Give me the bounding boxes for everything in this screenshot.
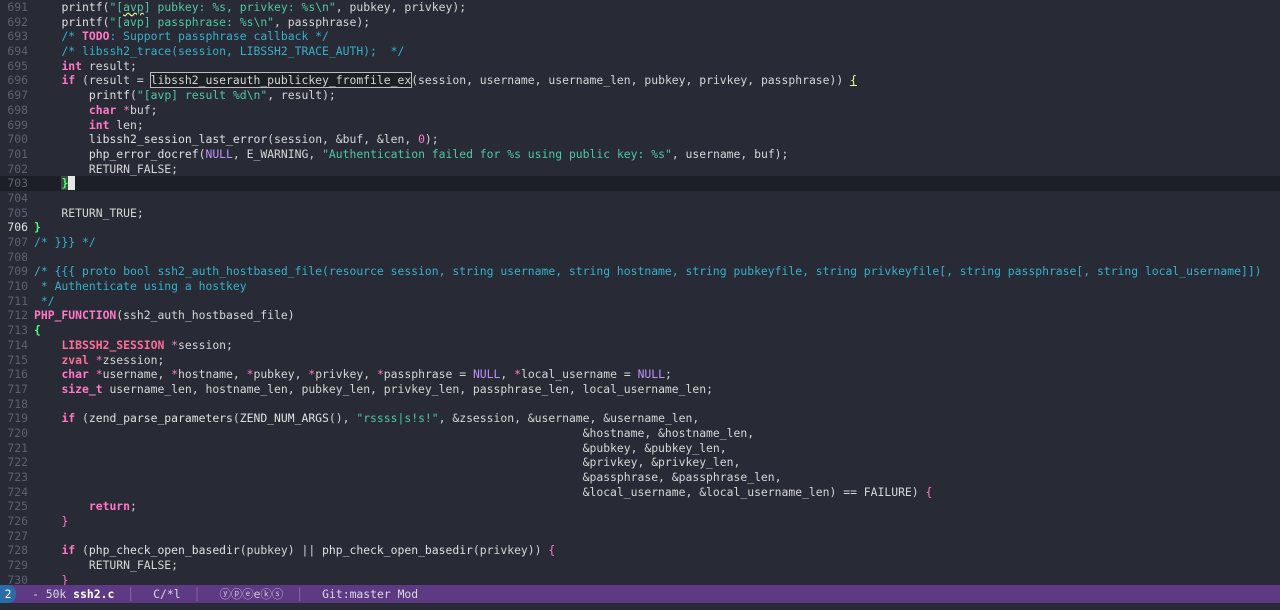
code-line[interactable]: 695 int result; bbox=[0, 59, 1280, 74]
line-number: 703 bbox=[7, 176, 28, 191]
line-number: 730 bbox=[7, 572, 28, 585]
line-number: 717 bbox=[7, 381, 28, 396]
line-number: 694 bbox=[7, 44, 28, 59]
code-line[interactable]: 702 RETURN_FALSE; bbox=[0, 162, 1280, 177]
code-line[interactable]: 705 RETURN_TRUE; bbox=[0, 206, 1280, 221]
code-line[interactable]: 694 /* libssh2_trace(session, LIBSSH2_TR… bbox=[0, 44, 1280, 59]
line-number: 729 bbox=[7, 558, 28, 573]
code-line[interactable]: 693 /* TODO: Support passphrase callback… bbox=[0, 29, 1280, 44]
code-line[interactable]: 692 printf("[avp] passphrase: %s\n", pas… bbox=[0, 15, 1280, 30]
code-line[interactable]: 717 size_t username_len, hostname_len, p… bbox=[0, 382, 1280, 397]
code-line[interactable]: 721 &pubkey, &pubkey_len, bbox=[0, 441, 1280, 456]
code-line[interactable]: 706} bbox=[0, 220, 1280, 235]
line-number: 720 bbox=[7, 425, 28, 440]
code-line[interactable]: 715 zval *zsession; bbox=[0, 353, 1280, 368]
code-line[interactable]: 701 php_error_docref(NULL, E_WARNING, "A… bbox=[0, 147, 1280, 162]
code-line[interactable]: 718 bbox=[0, 397, 1280, 412]
line-number: 726 bbox=[7, 514, 28, 529]
code-line[interactable]: 699 int len; bbox=[0, 118, 1280, 133]
buffer-name[interactable]: ssh2.c bbox=[73, 587, 114, 601]
code-line[interactable]: 696 if (result = libssh2_userauth_public… bbox=[0, 72, 1280, 89]
code-line[interactable]: 722 &privkey, &privkey_len, bbox=[0, 455, 1280, 470]
code-line[interactable]: 728 if (php_check_open_basedir(pubkey) |… bbox=[0, 543, 1280, 558]
code-line[interactable]: 720 &hostname, &hostname_len, bbox=[0, 426, 1280, 441]
line-number: 705 bbox=[7, 205, 28, 220]
code-line[interactable]: 725 return; bbox=[0, 499, 1280, 514]
code-line[interactable]: 711 */ bbox=[0, 294, 1280, 309]
code-line[interactable]: 697 printf("[avp] result %d\n", result); bbox=[0, 88, 1280, 103]
window-number-badge[interactable]: 2 bbox=[0, 585, 16, 603]
code-line[interactable]: 723 &passphrase, &passphrase_len, bbox=[0, 470, 1280, 485]
code-line[interactable]: 698 char *buf; bbox=[0, 103, 1280, 118]
major-mode[interactable]: C/*l bbox=[145, 585, 188, 603]
minor-modes[interactable]: ⓨⓟⓔeⓚⓢ bbox=[211, 585, 291, 603]
code-line[interactable]: 729 RETURN_FALSE; bbox=[0, 558, 1280, 573]
line-number: 697 bbox=[7, 88, 28, 103]
code-line-current[interactable]: 703 } bbox=[0, 176, 1280, 191]
echo-area bbox=[0, 603, 1280, 610]
line-number: 708 bbox=[7, 249, 28, 264]
line-number: 693 bbox=[7, 29, 28, 44]
code-line[interactable]: 719 if (zend_parse_parameters(ZEND_NUM_A… bbox=[0, 411, 1280, 426]
code-line[interactable]: 714 LIBSSH2_SESSION *session; bbox=[0, 338, 1280, 353]
code-line[interactable]: 724 &local_username, &local_username_len… bbox=[0, 485, 1280, 500]
code-line[interactable]: 709/* {{{ proto bool ssh2_auth_hostbased… bbox=[0, 264, 1280, 279]
buffer-state: Mod bbox=[397, 587, 419, 601]
line-number: 721 bbox=[7, 440, 28, 455]
line-number: 725 bbox=[7, 499, 28, 514]
line-number: 710 bbox=[7, 279, 28, 294]
code-line[interactable]: 730 } bbox=[0, 573, 1280, 585]
code-line[interactable]: 707/* }}} */ bbox=[0, 235, 1280, 250]
line-number: 724 bbox=[7, 484, 28, 499]
code-line[interactable]: 727 bbox=[0, 529, 1280, 544]
line-number: 698 bbox=[7, 102, 28, 117]
code-line[interactable]: 691 printf("[avp] pubkey: %s, privkey: %… bbox=[0, 0, 1280, 15]
line-number: 714 bbox=[7, 337, 28, 352]
line-number: 715 bbox=[7, 352, 28, 367]
code-editor[interactable]: 691 printf("[avp] pubkey: %s, privkey: %… bbox=[0, 0, 1280, 585]
line-number: 727 bbox=[7, 528, 28, 543]
line-number: 699 bbox=[7, 117, 28, 132]
line-number: 707 bbox=[7, 235, 28, 249]
code-line[interactable]: 726 } bbox=[0, 514, 1280, 529]
line-number: 700 bbox=[7, 132, 28, 147]
code-line[interactable]: 704 bbox=[0, 191, 1280, 206]
line-number: 709 bbox=[7, 264, 28, 279]
line-number: 712 bbox=[7, 308, 28, 323]
mode-line: 2 - 50k ssh2.c ▏ C/*l ▏ ⓨⓟⓔeⓚⓢ ▏ Git:mas… bbox=[0, 585, 1280, 603]
line-number: 713 bbox=[7, 323, 28, 338]
line-number: 718 bbox=[7, 396, 28, 411]
code-line[interactable]: 710 * Authenticate using a hostkey bbox=[0, 279, 1280, 294]
code-line[interactable]: 713{ bbox=[0, 323, 1280, 338]
line-number: 706 bbox=[7, 220, 28, 235]
code-line[interactable]: 708 bbox=[0, 250, 1280, 265]
line-number: 728 bbox=[7, 543, 28, 558]
line-number: 695 bbox=[7, 58, 28, 73]
line-number: 719 bbox=[7, 411, 28, 426]
separator: ▏ bbox=[196, 587, 204, 601]
code-line[interactable]: 716 char *username, *hostname, *pubkey, … bbox=[0, 367, 1280, 382]
line-number: 702 bbox=[7, 161, 28, 176]
line-number: 692 bbox=[7, 14, 28, 29]
line-number: 722 bbox=[7, 455, 28, 470]
line-number: 701 bbox=[7, 146, 28, 161]
modified-indicator: - bbox=[32, 587, 39, 601]
code-line[interactable]: 712 PHP_FUNCTION(ssh2_auth_hostbased_file… bbox=[0, 308, 1280, 323]
line-number: 723 bbox=[7, 470, 28, 484]
code-line[interactable]: 700 libssh2_session_last_error(session, … bbox=[0, 132, 1280, 147]
line-number: 691 bbox=[7, 0, 28, 14]
line-number: 704 bbox=[7, 190, 28, 205]
line-number: 696 bbox=[7, 73, 28, 88]
separator: ▏ bbox=[299, 587, 307, 601]
line-number: 716 bbox=[7, 367, 28, 382]
line-number: 711 bbox=[7, 293, 28, 308]
separator: ▏ bbox=[130, 587, 138, 601]
text-cursor bbox=[68, 176, 76, 191]
vcs-branch[interactable]: Git:master bbox=[322, 587, 391, 601]
buffer-size: 50k bbox=[45, 587, 67, 601]
